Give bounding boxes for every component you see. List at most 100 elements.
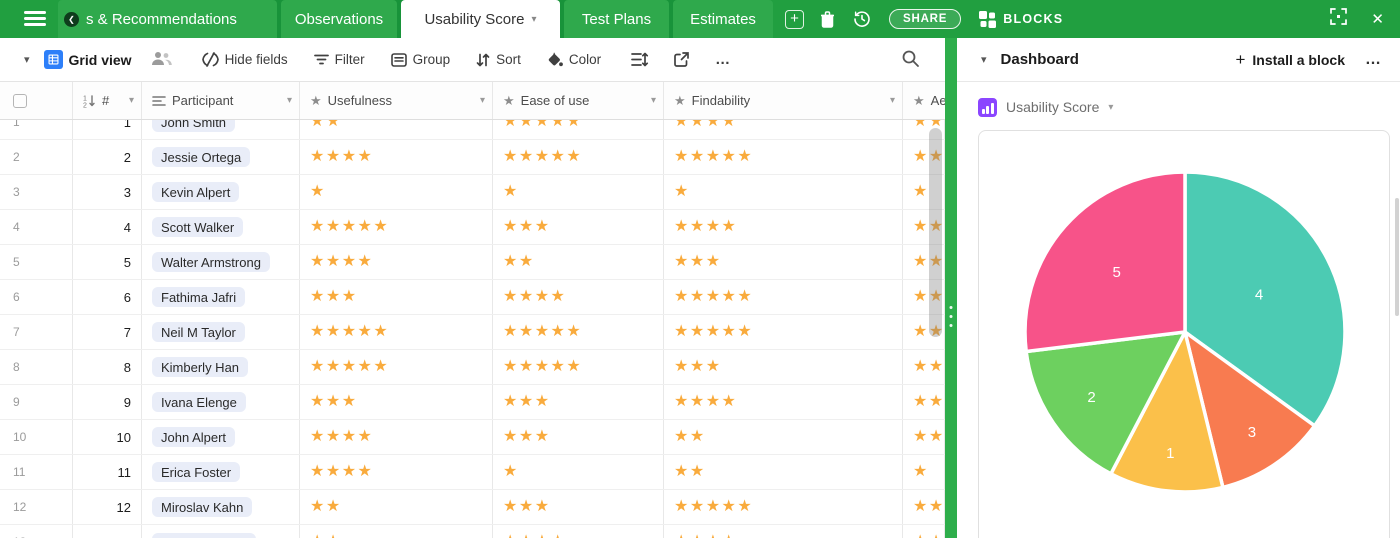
autonumber-cell[interactable]: 13 <box>73 525 142 538</box>
column-header-aesthetics[interactable]: ★ Ae <box>903 82 945 119</box>
autonumber-cell[interactable]: 12 <box>73 490 142 524</box>
autonumber-cell[interactable]: 5 <box>73 245 142 279</box>
table-row[interactable]: 88Kimberly Han★★★★★★★★★★★★★★★ <box>0 350 945 385</box>
table-row[interactable]: 1313★★★★★★★★★★★★ <box>0 525 945 538</box>
table-row[interactable]: 11John Smith★★★★★★★★★★★★★ <box>0 120 945 140</box>
autonumber-cell[interactable]: 10 <box>73 420 142 454</box>
participant-cell[interactable]: Walter Armstrong <box>142 245 300 279</box>
autonumber-cell[interactable]: 1 <box>73 120 142 139</box>
dashboard-more-icon[interactable]: … <box>1365 51 1382 69</box>
aesthetics-cell[interactable]: ★★ <box>903 490 945 524</box>
table-row[interactable]: 99Ivana Elenge★★★★★★★★★★★★ <box>0 385 945 420</box>
findability-cell[interactable]: ★★ <box>664 420 903 454</box>
usefulness-cell[interactable]: ★★★ <box>300 385 493 419</box>
usefulness-cell[interactable]: ★★★★★ <box>300 315 493 349</box>
trash-icon[interactable] <box>820 11 835 28</box>
participant-cell[interactable]: Jessie Ortega <box>142 140 300 174</box>
participant-cell[interactable]: Erica Foster <box>142 455 300 489</box>
add-table-button[interactable]: + <box>785 10 804 29</box>
row-number-cell[interactable]: 13 <box>0 525 73 538</box>
row-number-cell[interactable]: 10 <box>0 420 73 454</box>
usefulness-cell[interactable]: ★★ <box>300 525 493 538</box>
view-sidebar-caret-icon[interactable]: ▾ <box>24 53 30 66</box>
blocks-toggle[interactable]: BLOCKS <box>979 11 1063 28</box>
pie-slice-5[interactable] <box>1025 172 1185 352</box>
chevron-down-icon[interactable]: ▾ <box>1108 102 1113 113</box>
participant-cell[interactable]: Kimberly Han <box>142 350 300 384</box>
autonumber-cell[interactable]: 6 <box>73 280 142 314</box>
row-number-cell[interactable]: 12 <box>0 490 73 524</box>
findability-cell[interactable]: ★★★★★ <box>664 280 903 314</box>
usefulness-cell[interactable]: ★★★★ <box>300 455 493 489</box>
findability-cell[interactable]: ★★★★★ <box>664 490 903 524</box>
aesthetics-cell[interactable]: ★★ <box>903 350 945 384</box>
usefulness-cell[interactable]: ★★ <box>300 490 493 524</box>
history-icon[interactable] <box>853 10 871 28</box>
chevron-down-icon[interactable]: ▾ <box>129 95 134 106</box>
aesthetics-cell[interactable]: ★★ <box>903 420 945 454</box>
usefulness-cell[interactable]: ★ <box>300 175 493 209</box>
column-header-participant[interactable]: Participant ▾ <box>142 82 300 119</box>
ease-of-use-cell[interactable]: ★ <box>493 455 664 489</box>
findability-cell[interactable]: ★★ <box>664 455 903 489</box>
participant-cell[interactable]: Fathima Jafri <box>142 280 300 314</box>
group-button[interactable]: Group <box>391 52 451 67</box>
ease-of-use-cell[interactable]: ★★★ <box>493 490 664 524</box>
chevron-down-icon[interactable]: ▾ <box>651 95 656 106</box>
findability-cell[interactable]: ★★★ <box>664 245 903 279</box>
grid-vertical-scrollbar[interactable] <box>929 128 942 337</box>
row-number-cell[interactable]: 6 <box>0 280 73 314</box>
ease-of-use-cell[interactable]: ★★★★★ <box>493 120 664 139</box>
usefulness-cell[interactable]: ★★★★ <box>300 140 493 174</box>
participant-cell[interactable]: John Smith <box>142 120 300 139</box>
tab-usability-score[interactable]: Usability Score ▾ <box>401 0 560 38</box>
autonumber-cell[interactable]: 8 <box>73 350 142 384</box>
ease-of-use-cell[interactable]: ★★★★★ <box>493 140 664 174</box>
table-row[interactable]: 77Neil M Taylor★★★★★★★★★★★★★★★★★ <box>0 315 945 350</box>
row-height-button[interactable] <box>631 52 648 67</box>
search-icon[interactable] <box>902 50 919 70</box>
table-row[interactable]: 22Jessie Ortega★★★★★★★★★★★★★★★★ <box>0 140 945 175</box>
participant-cell[interactable]: Kevin Alpert <box>142 175 300 209</box>
table-row[interactable]: 1111Erica Foster★★★★★★★★ <box>0 455 945 490</box>
fullscreen-icon[interactable] <box>1330 8 1347 30</box>
install-block-button[interactable]: + Install a block <box>1235 50 1345 70</box>
findability-cell[interactable]: ★★★★ <box>664 525 903 538</box>
chevron-down-icon[interactable]: ▾ <box>287 95 292 106</box>
tab-estimates[interactable]: Estimates <box>673 0 773 38</box>
column-header-ease-of-use[interactable]: ★ Ease of use ▾ <box>493 82 664 119</box>
share-view-button[interactable] <box>674 52 689 67</box>
autonumber-cell[interactable]: 7 <box>73 315 142 349</box>
chevron-down-icon[interactable]: ▾ <box>890 95 895 106</box>
tab-test-plans[interactable]: Test Plans <box>564 0 669 38</box>
findability-cell[interactable]: ★★★★★ <box>664 140 903 174</box>
autonumber-cell[interactable]: 9 <box>73 385 142 419</box>
participant-cell[interactable]: Ivana Elenge <box>142 385 300 419</box>
aesthetics-cell[interactable]: ★ <box>903 455 945 489</box>
select-all-checkbox[interactable] <box>13 94 27 108</box>
hide-fields-button[interactable]: Hide fields <box>202 52 288 67</box>
findability-cell[interactable]: ★ <box>664 175 903 209</box>
sort-button[interactable]: Sort <box>476 52 521 67</box>
table-row[interactable]: 33Kevin Alpert★★★★ <box>0 175 945 210</box>
autonumber-cell[interactable]: 11 <box>73 455 142 489</box>
usefulness-cell[interactable]: ★★★★★ <box>300 210 493 244</box>
autonumber-cell[interactable]: 3 <box>73 175 142 209</box>
ease-of-use-cell[interactable]: ★★★★ <box>493 280 664 314</box>
usefulness-cell[interactable]: ★★ <box>300 120 493 139</box>
participant-cell[interactable]: Miroslav Kahn <box>142 490 300 524</box>
usefulness-cell[interactable]: ★★★★ <box>300 245 493 279</box>
participant-cell[interactable]: Scott Walker <box>142 210 300 244</box>
table-row[interactable]: 55Walter Armstrong★★★★★★★★★★★ <box>0 245 945 280</box>
menu-icon[interactable] <box>24 11 46 27</box>
autonumber-cell[interactable]: 2 <box>73 140 142 174</box>
table-row[interactable]: 1010John Alpert★★★★★★★★★★★ <box>0 420 945 455</box>
column-header-usefulness[interactable]: ★ Usefulness ▾ <box>300 82 493 119</box>
findability-cell[interactable]: ★★★★ <box>664 210 903 244</box>
row-number-cell[interactable]: 9 <box>0 385 73 419</box>
row-number-cell[interactable]: 8 <box>0 350 73 384</box>
filter-button[interactable]: Filter <box>314 52 365 67</box>
collapse-caret-icon[interactable]: ▾ <box>981 53 987 66</box>
ease-of-use-cell[interactable]: ★★★★★ <box>493 350 664 384</box>
ease-of-use-cell[interactable]: ★★★ <box>493 210 664 244</box>
